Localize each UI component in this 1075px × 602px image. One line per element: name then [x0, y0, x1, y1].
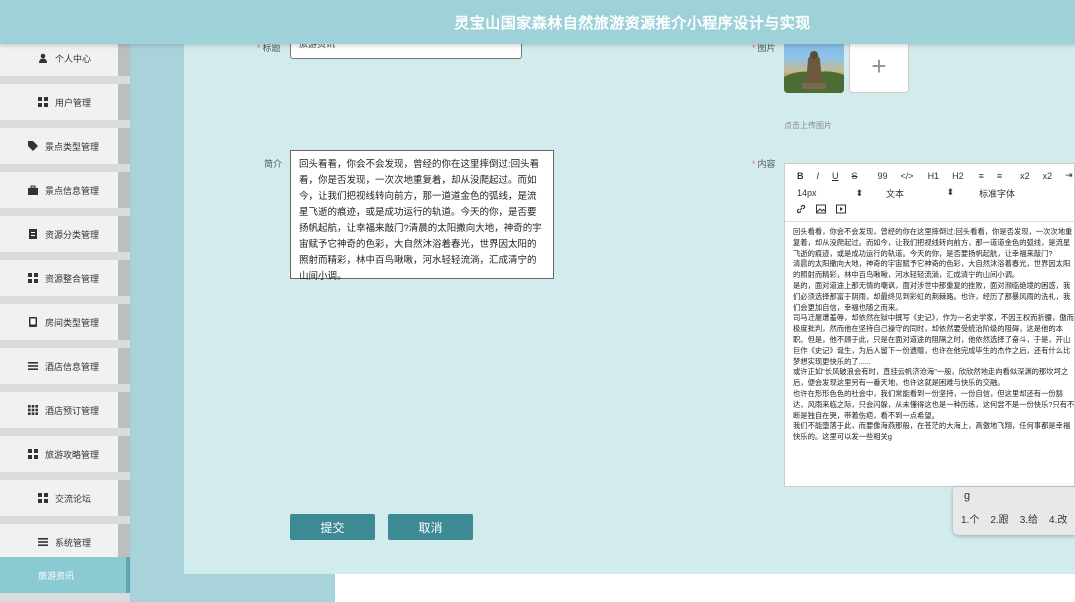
sidebar-item-room-types[interactable]: 房间类型管理 [0, 304, 130, 340]
bullet-list-button[interactable]: ≡ [997, 171, 1002, 181]
quote-button[interactable]: 99 [878, 171, 888, 181]
sidebar-item-label: 用户管理 [55, 97, 92, 108]
ime-input-text: g [964, 490, 971, 502]
tag-icon [27, 140, 39, 152]
sidebar-item-label: 个人中心 [55, 53, 92, 64]
person-icon [37, 52, 49, 64]
chevron-down-icon: ⬍ [946, 187, 954, 197]
sidebar-item-forum[interactable]: 交流论坛 [0, 480, 130, 516]
editor-toolbar-row-3 [796, 204, 859, 216]
ime-candidate[interactable]: 4.改 [1049, 511, 1067, 526]
sidebar-item-travel-news[interactable]: 旅游资讯 [0, 557, 130, 593]
grid-icon [37, 492, 49, 504]
subscript-button[interactable]: x2 [1020, 171, 1030, 181]
sidebar-item-users[interactable]: 用户管理 [0, 84, 130, 120]
text-type-select[interactable]: 文本 ⬍ [886, 187, 954, 200]
app-title: 灵宝山国家森林自然旅游资源推介小程序设计与实现 [454, 15, 811, 32]
watermark: CSDN @IT实战课堂小元酱 [908, 578, 1065, 593]
sidebar-item-label: 交流论坛 [55, 493, 92, 504]
toolbar-divider [785, 221, 1075, 222]
list-icon [27, 360, 39, 372]
underline-button[interactable]: U [832, 171, 839, 181]
submit-button[interactable]: 提交 [290, 514, 375, 540]
sidebar-item-label: 景点类型管理 [45, 141, 100, 152]
sidebar-item-scenic-info[interactable]: 景点信息管理 [0, 172, 130, 208]
grid-icon [27, 448, 39, 460]
ime-candidate[interactable]: 3.给 [1020, 511, 1038, 526]
ime-candidate-popup: g 1.个 2.跟 3.给 4.改 [953, 487, 1075, 535]
bold-button[interactable]: B [797, 171, 804, 181]
ime-candidate[interactable]: 2.跟 [990, 511, 1008, 526]
rich-text-editor[interactable]: B I U S 99 </> H1 H2 ≡ ≡ x2 x2 ⇥ 14px ⬍ 文… [784, 163, 1075, 487]
code-button[interactable]: </> [901, 171, 914, 181]
strike-button[interactable]: S [852, 171, 858, 181]
statue-image [784, 51, 844, 93]
sidebar-item-label: 系统管理 [55, 537, 92, 548]
document-icon [27, 228, 39, 240]
italic-button[interactable]: I [817, 171, 820, 181]
sidebar: 个人中心 用户管理 景点类型管理 景点信息管理 资源分类管理 资源整合管理 房间… [0, 40, 130, 602]
sidebar-item-label: 旅游资讯 [38, 570, 75, 581]
chevron-down-icon: ⬍ [855, 188, 863, 198]
font-family-select[interactable]: 标准字体 [979, 187, 1015, 200]
sidebar-item-label: 旅游攻略管理 [45, 449, 100, 460]
sidebar-item-scenic-types[interactable]: 景点类型管理 [0, 128, 130, 164]
h2-button[interactable]: H2 [952, 171, 964, 181]
ime-candidates: 1.个 2.跟 3.给 4.改 [961, 511, 1067, 526]
grid-icon [37, 96, 49, 108]
apps-icon [27, 404, 39, 416]
sidebar-item-label: 景点信息管理 [45, 185, 100, 196]
editor-toolbar-row-1: B I U S 99 </> H1 H2 ≡ ≡ x2 x2 ⇥ [797, 170, 1075, 181]
superscript-button[interactable]: x2 [1043, 171, 1053, 181]
ordered-list-button[interactable]: ≡ [979, 171, 984, 181]
sidebar-item-label: 房间类型管理 [45, 317, 100, 328]
link-icon[interactable] [796, 204, 806, 216]
intro-textarea[interactable]: 回头看看，你会不会发现，曾经的你在这里摔倒过:回头看看，你是否发现，一次次地重复… [290, 150, 554, 282]
upload-image-button[interactable]: + [849, 39, 909, 93]
sidebar-item-label: 资源分类管理 [45, 229, 100, 240]
briefcase-icon [27, 184, 39, 196]
image-icon[interactable] [816, 204, 826, 216]
list-icon [37, 536, 49, 548]
indent-button[interactable]: ⇥ [1065, 170, 1073, 181]
editor-toolbar-row-2: 14px ⬍ 文本 ⬍ 标准字体 [797, 187, 1028, 200]
sidebar-item-profile[interactable]: 个人中心 [0, 40, 130, 76]
cancel-button[interactable]: 取消 [388, 514, 473, 540]
sidebar-item-label: 资源整合管理 [45, 273, 100, 284]
top-bar: 灵宝山国家森林自然旅游资源推介小程序设计与实现 [0, 0, 1075, 44]
uploaded-image-thumbnail[interactable] [784, 39, 844, 93]
video-icon[interactable] [836, 204, 846, 216]
sidebar-item-travel-guides[interactable]: 旅游攻略管理 [0, 436, 130, 472]
sidebar-item-hotel-booking[interactable]: 酒店预订管理 [0, 392, 130, 428]
sidebar-item-resource-integration[interactable]: 资源整合管理 [0, 260, 130, 296]
tablet-icon [27, 316, 39, 328]
sidebar-item-resource-categories[interactable]: 资源分类管理 [0, 216, 130, 252]
h1-button[interactable]: H1 [928, 171, 940, 181]
sidebar-item-label: 酒店预订管理 [45, 405, 100, 416]
sidebar-item-system[interactable]: 系统管理 [0, 524, 130, 560]
editor-content[interactable]: 回头看看，你会不会发现，曾经的你在这里摔倒过:回头看看，你是否发现，一次次地重复… [793, 227, 1075, 477]
grid-icon [27, 272, 39, 284]
sidebar-item-hotel-info[interactable]: 酒店信息管理 [0, 348, 130, 384]
ime-candidate[interactable]: 1.个 [961, 511, 979, 526]
content-label: * 内容 [752, 159, 776, 169]
intro-label: 简介 [264, 159, 283, 169]
font-size-select[interactable]: 14px ⬍ [797, 188, 863, 199]
plus-icon: + [871, 50, 887, 81]
upload-hint: 点击上传图片 [784, 121, 832, 130]
sidebar-item-label: 酒店信息管理 [45, 361, 100, 372]
